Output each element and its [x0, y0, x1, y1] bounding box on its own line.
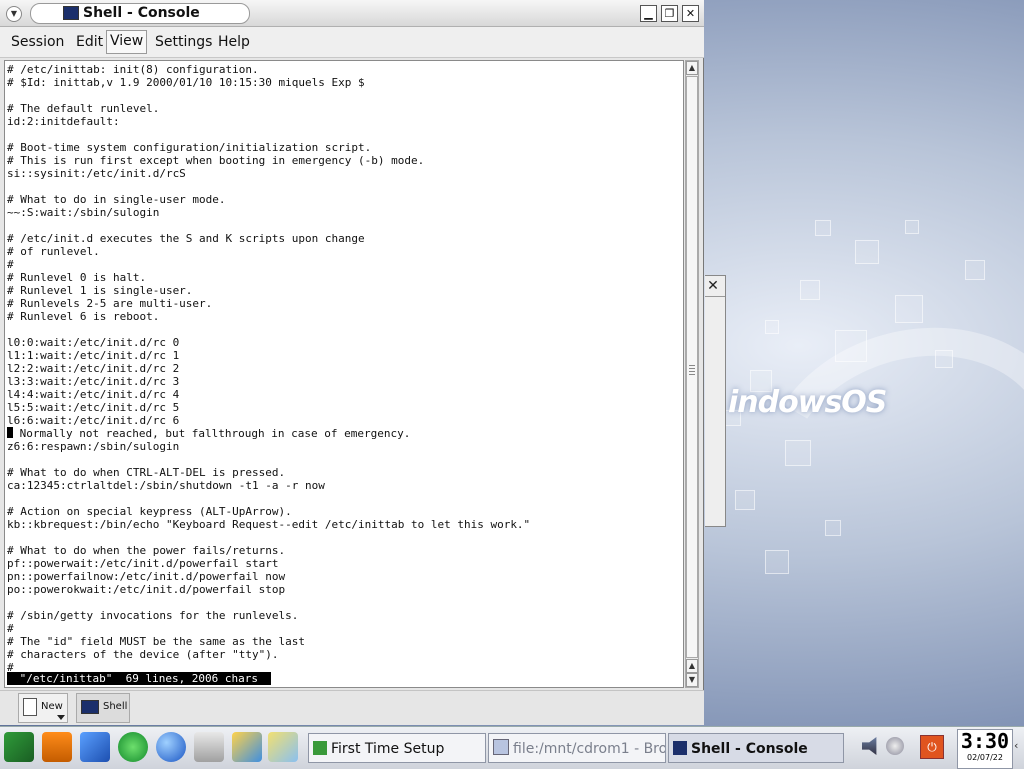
start-icon[interactable]: [4, 732, 34, 762]
clock[interactable]: 3:30 02/07/22: [957, 729, 1013, 769]
terminal-icon: [81, 700, 99, 714]
background-window[interactable]: ✕: [705, 275, 726, 527]
terminal-line: po::powerokwait:/etc/init.d/powerfail st…: [7, 583, 286, 596]
terminal-line: # The "id" field MUST be the same as the…: [7, 635, 306, 648]
terminal-line: ~~:S:wait:/sbin/sulogin: [7, 206, 160, 219]
terminal-line: # Runlevel 6 is reboot.: [7, 310, 160, 323]
terminal-line: # of runlevel.: [7, 245, 100, 258]
divider: [705, 296, 725, 297]
scroll-down-icon[interactable]: ▼: [686, 673, 698, 687]
terminal-line: l1:1:wait:/etc/init.d/rc 1: [7, 349, 180, 362]
terminal-line: # $Id: inittab,v 1.9 2000/01/10 10:15:30…: [7, 76, 365, 89]
clock-time: 3:30: [960, 729, 1010, 753]
terminal-line: Normally not reached, but fallthrough in…: [7, 427, 410, 440]
desktop-logo: indowsOS: [728, 385, 887, 420]
briefcase-icon[interactable]: [194, 732, 224, 762]
new-document-icon: [23, 698, 37, 716]
browser-icon: [493, 739, 509, 755]
task-first-time-setup[interactable]: First Time Setup: [308, 733, 486, 763]
runner-icon[interactable]: [118, 732, 148, 762]
terminal-output[interactable]: # /etc/inittab: init(8) configuration. # …: [4, 60, 684, 688]
setup-icon: [313, 741, 327, 755]
terminal-line: # characters of the device (after "tty")…: [7, 648, 279, 661]
minimize-button[interactable]: ▁: [640, 5, 657, 22]
window-menu-button[interactable]: ▼: [6, 6, 22, 22]
terminal-icon: [673, 741, 687, 755]
scroll-up-small-icon[interactable]: ▲: [686, 659, 698, 673]
power-icon[interactable]: ⏻: [920, 735, 944, 759]
terminal-line: # Runlevel 0 is halt.: [7, 271, 147, 284]
terminal-line: # The default runlevel.: [7, 102, 160, 115]
menu-edit[interactable]: Edit: [73, 32, 106, 52]
terminal-line: kb::kbrequest:/bin/echo "Keyboard Reques…: [7, 518, 531, 531]
terminal-line: l3:3:wait:/etc/init.d/rc 3: [7, 375, 180, 388]
title-bar[interactable]: ▼ Shell - Console ▁ ❐ ✕: [0, 0, 704, 27]
terminal-line: # What to do when the power fails/return…: [7, 544, 286, 557]
volume-icon[interactable]: [862, 737, 877, 755]
terminal-line: pf::powerwait:/etc/init.d/powerfail star…: [7, 557, 279, 570]
terminal-line: # Runlevel 1 is single-user.: [7, 284, 193, 297]
menu-bar: Session Edit View Settings Help: [0, 27, 704, 58]
editor-status-line: "/etc/inittab" 69 lines, 2006 chars: [7, 672, 271, 685]
terminal-line: # This is run first except when booting …: [7, 154, 425, 167]
terminal-line: l6:6:wait:/etc/init.d/rc 6: [7, 414, 180, 427]
terminal-line: # Action on special keypress (ALT-UpArro…: [7, 505, 292, 518]
close-icon[interactable]: ✕: [705, 278, 721, 294]
terminal-line: pn::powerfailnow:/etc/init.d/powerfail n…: [7, 570, 286, 583]
task-label: file:/mnt/cdrom1 - Brow: [513, 741, 666, 757]
scroll-up-icon[interactable]: ▲: [686, 61, 698, 75]
terminal-line: id:2:initdefault:: [7, 115, 120, 128]
terminal-line: l4:4:wait:/etc/init.d/rc 4: [7, 388, 180, 401]
menu-session[interactable]: Session: [8, 32, 67, 52]
menu-settings[interactable]: Settings: [152, 32, 215, 52]
vertical-scrollbar[interactable]: ▲ ▲ ▼: [685, 60, 699, 688]
terminal-line: #: [7, 258, 14, 271]
terminal-line: # /sbin/getty invocations for the runlev…: [7, 609, 299, 622]
menu-help[interactable]: Help: [215, 32, 253, 52]
chevron-down-icon[interactable]: [57, 715, 65, 720]
task-shell-console[interactable]: Shell - Console: [668, 733, 844, 763]
terminal-line: #: [7, 622, 14, 635]
menu-view[interactable]: View: [106, 30, 148, 54]
terminal-line: ca:12345:ctrlaltdel:/sbin/shutdown -t1 -…: [7, 479, 325, 492]
chevron-left-icon[interactable]: ‹: [1014, 739, 1018, 752]
task-label: Shell - Console: [691, 741, 808, 757]
scrollbar-thumb[interactable]: [686, 76, 698, 658]
terminal-line: # What to do when CTRL-ALT-DEL is presse…: [7, 466, 286, 479]
session-tab-shell[interactable]: Shell: [76, 693, 130, 723]
terminal-line: # Boot-time system configuration/initial…: [7, 141, 372, 154]
tools-icon[interactable]: [268, 732, 298, 762]
new-session-button[interactable]: New: [18, 693, 68, 723]
terminal-line: l0:0:wait:/etc/init.d/rc 0: [7, 336, 180, 349]
terminal-line: z6:6:respawn:/sbin/sulogin: [7, 440, 180, 453]
taskbar: First Time Setup file:/mnt/cdrom1 - Brow…: [0, 726, 1024, 769]
terminal-line: si::sysinit:/etc/init.d/rcS: [7, 167, 186, 180]
terminal-line-text: Normally not reached, but fallthrough in…: [13, 427, 411, 440]
globe-icon[interactable]: [156, 732, 186, 762]
terminal-line: # What to do in single-user mode.: [7, 193, 226, 206]
session-tab-bar: New Shell: [0, 690, 704, 725]
task-file-browser[interactable]: file:/mnt/cdrom1 - Brow: [488, 733, 666, 763]
terminal-line: # /etc/init.d executes the S and K scrip…: [7, 232, 365, 245]
task-label: First Time Setup: [331, 741, 445, 757]
network-icon[interactable]: [232, 732, 262, 762]
terminal-line: l5:5:wait:/etc/init.d/rc 5: [7, 401, 180, 414]
terminal-icon: [63, 6, 79, 20]
lifejacket-icon[interactable]: [42, 732, 72, 762]
terminal-line: # Runlevels 2-5 are multi-user.: [7, 297, 213, 310]
terminal-line: l2:2:wait:/etc/init.d/rc 2: [7, 362, 180, 375]
clock-date: 02/07/22: [967, 753, 1003, 762]
terminal-line: # /etc/inittab: init(8) configuration.: [7, 63, 259, 76]
title-pill: Shell - Console: [30, 3, 250, 24]
window-title: Shell - Console: [83, 5, 200, 21]
network-status-icon[interactable]: [886, 737, 904, 755]
maximize-button[interactable]: ❐: [661, 5, 678, 22]
cube-icon[interactable]: [80, 732, 110, 762]
session-tab-label: Shell: [103, 701, 128, 712]
close-button[interactable]: ✕: [682, 5, 699, 22]
console-window: ▼ Shell - Console ▁ ❐ ✕ Session Edit Vie…: [0, 0, 704, 725]
